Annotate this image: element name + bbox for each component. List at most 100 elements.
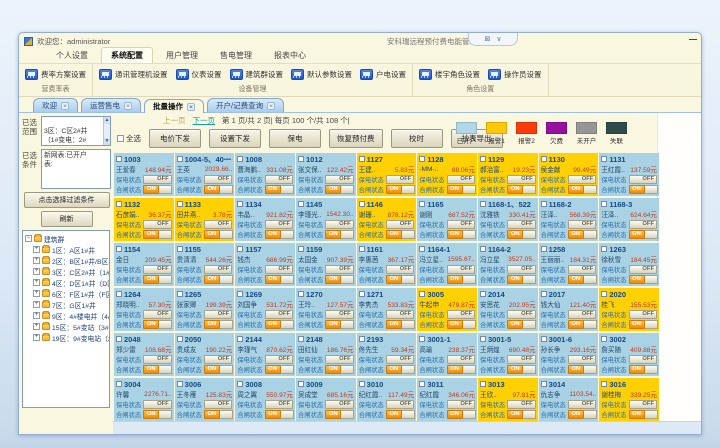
room-checkbox[interactable] (480, 246, 486, 252)
switch-on-button[interactable]: ON (265, 320, 281, 329)
room-checkbox[interactable] (480, 291, 486, 297)
power-off-button[interactable]: OFF (386, 175, 414, 184)
room-checkbox[interactable] (298, 381, 304, 387)
room-card[interactable]: 1134韦晶..921.82元保电状态OFF合闸状态ON (235, 198, 295, 241)
power-off-button[interactable]: OFF (629, 220, 657, 229)
switch-on-button[interactable]: ON (568, 230, 584, 239)
room-card[interactable]: 1008曹海鹏..331.08元保电状态OFF合闸状态ON (235, 153, 295, 196)
expand-icon[interactable]: + (33, 290, 40, 297)
switch-on-button[interactable]: ON (143, 320, 159, 329)
power-off-button[interactable]: OFF (204, 175, 232, 184)
power-off-button[interactable]: OFF (265, 175, 293, 184)
room-checkbox[interactable] (116, 246, 122, 252)
power-off-button[interactable]: OFF (568, 175, 596, 184)
room-checkbox[interactable] (177, 291, 183, 297)
room-card[interactable]: 1130侯金献99.49元保电状态OFF合闸状态ON (539, 153, 599, 196)
tree-item[interactable]: +9区：4#楼电井（4#楼 (25, 310, 109, 321)
switch-on-button[interactable]: ON (204, 320, 220, 329)
switch-on-button[interactable]: ON (629, 365, 645, 374)
room-checkbox[interactable] (177, 381, 183, 387)
power-off-button[interactable]: OFF (629, 265, 657, 274)
switch-on-button[interactable]: ON (629, 410, 645, 419)
room-card[interactable]: 3001-1高瑜238.37元保电状态OFF合闸状态ON (417, 333, 477, 376)
room-checkbox[interactable] (480, 336, 486, 342)
switch-on-button[interactable]: ON (568, 320, 584, 329)
ribbon-button-通讯管理机设置[interactable]: 通讯管理机设置 (99, 69, 168, 80)
ribbon-button-建筑群设置[interactable]: 建筑群设置 (230, 69, 284, 80)
room-checkbox[interactable] (359, 246, 365, 252)
room-card[interactable]: 3010纪红霞..117.49元保电状态OFF合闸状态ON (357, 378, 417, 421)
collapse-icon[interactable]: − (25, 235, 32, 242)
toolbar-button-恢复预付费[interactable]: 恢复预付费 (329, 129, 383, 148)
room-card[interactable]: 2193佟先生59.34元保电状态OFF合闸状态ON (357, 333, 417, 376)
room-checkbox[interactable] (419, 246, 425, 252)
room-checkbox[interactable] (480, 381, 486, 387)
room-checkbox[interactable] (419, 156, 425, 162)
room-card[interactable]: 1168-1、522沈雅铁330.41元保电状态OFF合闸状态ON (478, 198, 538, 241)
switch-on-button[interactable]: ON (386, 275, 402, 284)
switch-on-button[interactable]: ON (386, 410, 402, 419)
switch-on-button[interactable]: ON (143, 230, 159, 239)
toolbar-button-电价下发[interactable]: 电价下发 (149, 129, 201, 148)
power-off-button[interactable]: OFF (325, 310, 353, 319)
room-card[interactable]: 3005牛起申479.87元保电状态OFF合闸状态ON (417, 288, 477, 331)
power-off-button[interactable]: OFF (325, 175, 353, 184)
tree-item[interactable]: +15区：5#变站（3#变 (25, 321, 109, 332)
room-card[interactable]: 3002詹买随409.88元保电状态OFF合闸状态ON (599, 333, 659, 376)
menu-item-系统配置[interactable]: 系统配置 (101, 47, 153, 63)
room-checkbox[interactable] (601, 156, 607, 162)
power-off-button[interactable]: OFF (447, 175, 475, 184)
switch-on-button[interactable]: ON (143, 185, 159, 194)
room-card[interactable]: 3014仇志争1103.54..保电状态OFF合闸状态ON (539, 378, 599, 421)
expand-icon[interactable]: + (33, 268, 40, 275)
switch-on-button[interactable]: ON (265, 275, 281, 284)
tree-item[interactable]: +3区：C区2#井（1#变 (25, 266, 109, 277)
room-checkbox[interactable] (237, 336, 243, 342)
room-card[interactable]: 3004许馨2276.71..保电状态OFF合闸状态ON (114, 378, 174, 421)
expand-icon[interactable]: + (33, 312, 40, 319)
tab-close-icon[interactable]: × (61, 102, 69, 110)
room-checkbox[interactable] (359, 381, 365, 387)
room-checkbox[interactable] (359, 201, 365, 207)
switch-on-button[interactable]: ON (447, 230, 463, 239)
power-off-button[interactable]: OFF (204, 265, 232, 274)
switch-on-button[interactable]: ON (447, 320, 463, 329)
room-card[interactable]: 3011纪红霞346.06元保电状态OFF合闸状态ON (417, 378, 477, 421)
ribbon-button-操作员设置[interactable]: 操作员设置 (488, 69, 542, 80)
power-off-button[interactable]: OFF (386, 220, 414, 229)
room-card[interactable]: 3001-5王炳煌690.48元保电状态OFF合闸状态ON (478, 333, 538, 376)
power-off-button[interactable]: OFF (507, 175, 535, 184)
room-card[interactable]: 1164-2冯立星3527.05..保电状态OFF合闸状态ON (478, 243, 538, 286)
power-off-button[interactable]: OFF (265, 355, 293, 364)
window-collapse-icon[interactable]: ∨ (496, 35, 501, 43)
room-card[interactable]: 3006王冬雁125.83元保电状态OFF合闸状态ON (175, 378, 235, 421)
room-checkbox[interactable] (237, 246, 243, 252)
switch-on-button[interactable]: ON (386, 230, 402, 239)
select-all-checkbox[interactable] (117, 135, 124, 142)
room-checkbox[interactable] (116, 201, 122, 207)
switch-on-button[interactable]: ON (204, 365, 220, 374)
selected-condition-box[interactable]: 新网表:已开户 表: (41, 149, 111, 189)
room-card[interactable]: 1133田井燕..3.78元保电状态OFF合闸状态ON (175, 198, 235, 241)
scroll-up-icon[interactable]: ▲ (104, 117, 110, 124)
room-checkbox[interactable] (177, 336, 183, 342)
room-card[interactable]: 1270王玲..127.57元保电状态OFF合闸状态ON (296, 288, 356, 331)
power-off-button[interactable]: OFF (507, 220, 535, 229)
switch-on-button[interactable]: ON (447, 275, 463, 284)
room-card[interactable]: 1012张文保..122.42元保电状态OFF合闸状态ON (296, 153, 356, 196)
tree-item[interactable]: +2区：B区1#井/B区1# (25, 255, 109, 266)
room-card[interactable]: 2017钱大仙121.40元保电状态OFF合闸状态ON (539, 288, 599, 331)
power-off-button[interactable]: OFF (507, 310, 535, 319)
tab-close-icon[interactable]: × (124, 102, 132, 110)
room-card[interactable]: 1168-3汪泽..624.64元保电状态OFF合闸状态ON (599, 198, 659, 241)
room-card[interactable]: 3016谢桂梅339.25元保电状态OFF合闸状态ON (599, 378, 659, 421)
room-card[interactable]: 1168-2汪泽..568.39元保电状态OFF合闸状态ON (539, 198, 599, 241)
room-card[interactable]: 1263徐秋雪184.45元保电状态OFF合闸状态ON (599, 243, 659, 286)
power-off-button[interactable]: OFF (568, 355, 596, 364)
room-checkbox[interactable] (237, 156, 243, 162)
power-off-button[interactable]: OFF (143, 175, 171, 184)
power-off-button[interactable]: OFF (265, 400, 293, 409)
power-off-button[interactable]: OFF (568, 220, 596, 229)
power-off-button[interactable]: OFF (204, 355, 232, 364)
switch-on-button[interactable]: ON (143, 275, 159, 284)
